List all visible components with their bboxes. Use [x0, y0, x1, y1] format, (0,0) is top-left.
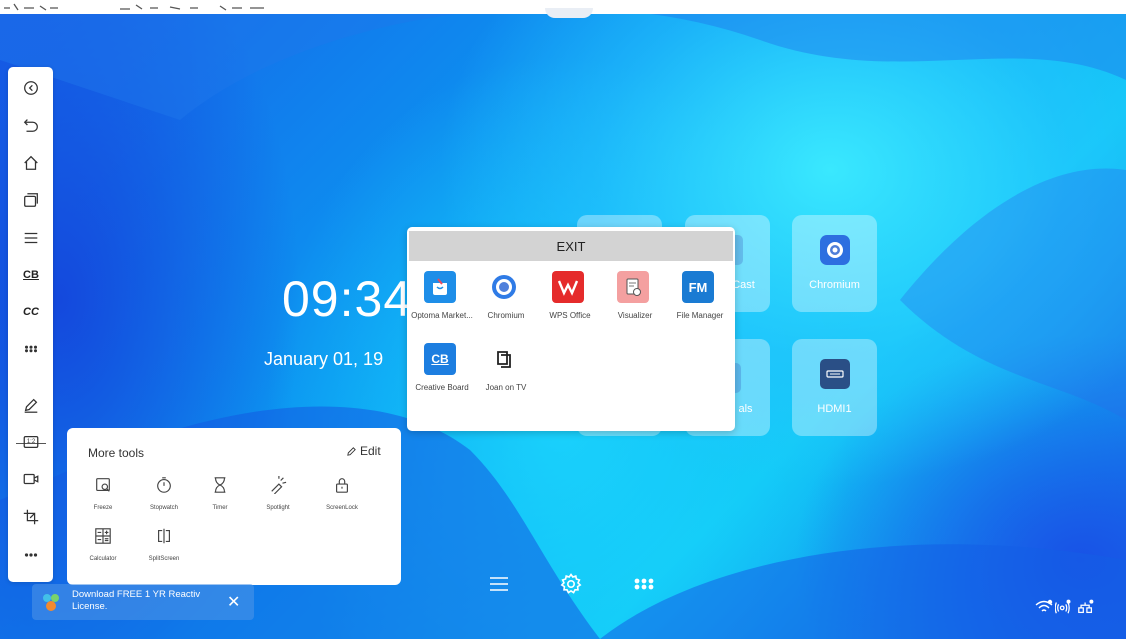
top-strip-text-fragment — [4, 3, 264, 11]
exit-button[interactable]: EXIT — [409, 231, 733, 261]
cb-label: CB — [23, 269, 39, 281]
left-toolbar: CB CC 1:2 — [8, 67, 53, 582]
cc-shortcut[interactable]: CC — [20, 301, 42, 323]
collapse-icon[interactable] — [20, 77, 42, 99]
tool-label: ScreenLock — [326, 505, 358, 511]
wifi-status-icon[interactable] — [1035, 598, 1053, 616]
notification-app-icon — [43, 594, 59, 611]
hotspot-status-icon[interactable] — [1055, 598, 1073, 616]
app-label: WPS Office — [549, 311, 591, 320]
app-wps-office[interactable]: WPS Office — [537, 271, 603, 331]
tool-stopwatch[interactable]: Stopwatch — [141, 476, 187, 516]
more-options-icon[interactable] — [20, 544, 42, 566]
tool-spotlight[interactable]: Spotlight — [255, 476, 301, 516]
zoom-ratio-button[interactable]: 1:2 — [20, 431, 42, 453]
bottom-menu-icon[interactable] — [485, 570, 513, 598]
tool-label: Timer — [212, 505, 228, 511]
app-joan-on-tv[interactable]: Joan on TV — [473, 343, 539, 403]
close-notification-icon[interactable]: ✕ — [227, 592, 240, 612]
app-label: Visualizer — [617, 311, 653, 320]
tool-label: Stopwatch — [149, 505, 179, 511]
app-file-manager[interactable]: FM File Manager — [667, 271, 733, 331]
creative-board-shortcut[interactable]: CB — [20, 264, 42, 286]
apps-grid-icon[interactable] — [20, 338, 42, 360]
hdmi-icon — [820, 359, 850, 389]
home-tile-chromium[interactable]: Chromium — [792, 215, 877, 312]
menu-icon[interactable] — [20, 227, 42, 249]
recent-apps-icon[interactable] — [20, 189, 42, 211]
running-apps-dialog: EXIT Optoma Market... Chromium WPS Offic… — [407, 227, 735, 431]
optoma-marketplace-icon — [424, 271, 456, 303]
timer-icon — [214, 477, 226, 493]
settings-gear-icon[interactable] — [557, 570, 585, 598]
tool-calculator[interactable]: Calculator — [80, 527, 126, 567]
tool-label: Calculator — [89, 556, 117, 562]
edit-label: Edit — [360, 444, 381, 458]
notification-text: Download FREE 1 YR Reactiv License. — [72, 589, 201, 612]
app-creative-board[interactable]: CB Creative Board — [409, 343, 475, 403]
tool-timer[interactable]: Timer — [197, 476, 243, 516]
zoom-ratio-label: 1:2 — [26, 439, 36, 445]
app-label: Chromium — [487, 311, 525, 320]
home-tile-hdmi1[interactable]: HDMI1 — [792, 339, 877, 436]
joan-on-tv-icon — [488, 343, 520, 375]
app-label: File Manager — [676, 311, 724, 320]
wps-office-icon — [552, 271, 584, 303]
clock-time: 09:34 — [282, 271, 413, 327]
creative-board-badge: CB — [431, 352, 449, 366]
file-manager-icon: FM — [682, 271, 714, 303]
chromium-icon — [820, 235, 850, 265]
spotlight-icon — [271, 476, 287, 495]
tile-label: Chromium — [809, 279, 860, 291]
home-icon[interactable] — [20, 152, 42, 174]
tool-label: SplitScreen — [148, 556, 180, 562]
tool-screenlock[interactable]: ScreenLock — [319, 476, 365, 516]
tool-splitscreen[interactable]: SplitScreen — [141, 527, 187, 567]
crop-screenshot-icon[interactable] — [20, 506, 42, 528]
app-visualizer[interactable]: Visualizer — [602, 271, 668, 331]
annotate-pen-icon[interactable] — [20, 394, 42, 416]
tool-freeze[interactable]: Freeze — [80, 476, 126, 516]
license-notification[interactable]: Download FREE 1 YR Reactiv License. ✕ — [32, 584, 254, 620]
visualizer-icon — [617, 271, 649, 303]
screenlock-icon — [336, 478, 348, 493]
tool-label: Spotlight — [266, 505, 290, 511]
app-chromium[interactable]: Chromium — [473, 271, 539, 331]
creative-board-icon: CB — [424, 343, 456, 375]
more-tools-title: More tools — [88, 446, 145, 460]
all-apps-grid-icon[interactable] — [630, 570, 658, 598]
tool-label: Freeze — [93, 505, 113, 511]
tile-label: HDMI1 — [817, 403, 852, 415]
freeze-icon — [96, 478, 110, 492]
top-status-strip — [0, 0, 1126, 18]
more-tools-panel: More tools Edit Freeze Stopwatch Timer S… — [67, 428, 401, 585]
back-icon[interactable] — [20, 114, 42, 136]
edit-pencil-icon — [347, 446, 356, 456]
network-status-icon[interactable] — [1077, 598, 1095, 616]
app-label: Joan on TV — [485, 383, 527, 392]
clock-date: January 01, 19 — [264, 349, 384, 369]
chromium-icon — [488, 271, 520, 303]
calculator-icon — [95, 528, 111, 544]
splitscreen-icon — [158, 528, 170, 544]
screen-record-icon[interactable] — [20, 468, 42, 490]
edit-tools-button[interactable]: Edit — [346, 444, 381, 458]
app-optoma-marketplace[interactable]: Optoma Market... — [409, 271, 475, 331]
stopwatch-icon — [157, 477, 171, 493]
pull-down-handle[interactable] — [545, 8, 593, 18]
cc-label: CC — [23, 306, 39, 318]
